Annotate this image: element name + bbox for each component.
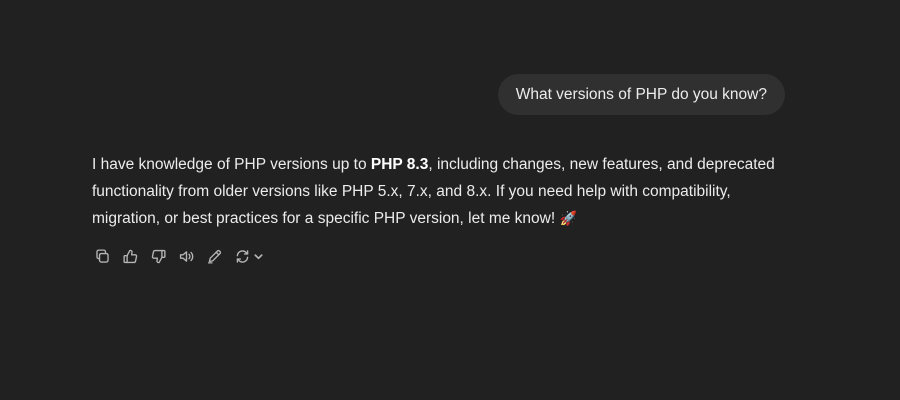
edit-button[interactable] bbox=[204, 246, 224, 266]
message-action-bar bbox=[92, 246, 264, 266]
thumbs-down-icon bbox=[151, 249, 166, 263]
edit-icon bbox=[207, 249, 221, 264]
read-aloud-button[interactable] bbox=[176, 246, 196, 266]
chevron-down-icon bbox=[254, 253, 263, 259]
regenerate-icon bbox=[236, 249, 248, 263]
user-message-bubble: What versions of PHP do you know? bbox=[497, 74, 785, 115]
rocket-emoji: 🚀 bbox=[559, 210, 577, 226]
thumbs-down-button[interactable] bbox=[148, 246, 168, 266]
chat-page: What versions of PHP do you know? I have… bbox=[0, 0, 900, 400]
regenerate-button[interactable] bbox=[232, 246, 264, 266]
regenerate-icon-wrap bbox=[232, 246, 252, 266]
user-message-text: What versions of PHP do you know? bbox=[515, 86, 767, 103]
model-dropdown-toggle[interactable] bbox=[253, 251, 264, 262]
assistant-message-bold: PHP 8.3 bbox=[370, 156, 429, 173]
read-aloud-icon bbox=[179, 250, 193, 262]
thumbs-up-icon bbox=[122, 249, 137, 263]
thumbs-up-button[interactable] bbox=[120, 246, 140, 266]
copy-button[interactable] bbox=[92, 246, 112, 266]
assistant-message: I have knowledge of PHP versions up to P… bbox=[92, 152, 792, 233]
copy-icon bbox=[95, 248, 109, 263]
assistant-message-text-part1: I have knowledge of PHP versions up to bbox=[92, 156, 371, 173]
